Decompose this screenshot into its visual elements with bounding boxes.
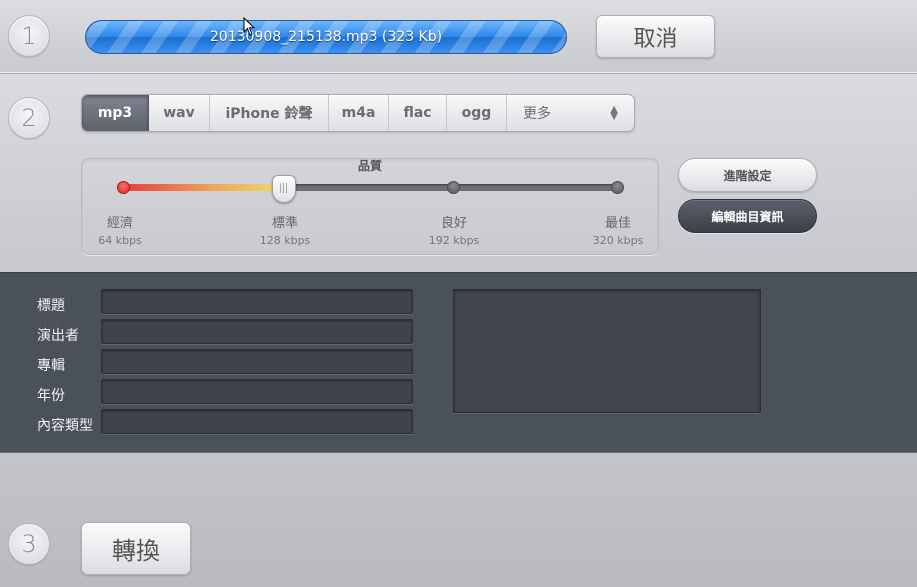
step-1-number: 1 — [8, 15, 50, 57]
cancel-button[interactable]: 取消 — [596, 15, 715, 58]
title-label: 標題 — [37, 298, 65, 314]
progress-filename: 20130908_215138.mp3 (323 Kb) — [209, 29, 443, 45]
updown-arrows-icon: ▲ ▼ — [610, 104, 618, 122]
genre-input[interactable] — [101, 409, 413, 434]
quality-tick-good[interactable] — [447, 181, 460, 194]
year-label: 年份 — [37, 388, 65, 404]
tab-m4a[interactable]: m4a — [329, 95, 389, 131]
quality-title: 品質 — [357, 159, 382, 173]
tab-ogg[interactable]: ogg — [447, 95, 507, 131]
album-input[interactable] — [101, 349, 413, 374]
step-2-number: 2 — [8, 97, 50, 139]
artist-input[interactable] — [101, 319, 413, 344]
quality-label-good: 良好 — [440, 216, 467, 231]
tab-wav[interactable]: wav — [149, 95, 210, 131]
quality-tick-best[interactable] — [611, 181, 624, 194]
genre-label: 內容類型 — [37, 418, 93, 434]
cover-artwork-box[interactable] — [453, 289, 761, 413]
title-input[interactable] — [101, 289, 413, 314]
step-3-number: 3 — [8, 523, 50, 565]
format-more-select[interactable]: 更多 ▲ ▼ — [507, 95, 634, 131]
format-more-label: 更多 — [523, 106, 551, 122]
quality-label-best: 最佳 — [604, 216, 631, 231]
format-tabs: mp3 wav iPhone 鈴聲 m4a flac ogg 更多 ▲ ▼ — [81, 94, 635, 132]
tab-mp3[interactable]: mp3 — [82, 95, 149, 131]
artist-label: 演出者 — [37, 328, 79, 344]
year-input[interactable] — [101, 379, 413, 404]
quality-rate-good: 192 kbps — [428, 234, 480, 247]
mouse-cursor-icon — [243, 17, 256, 36]
quality-slider-track[interactable] — [123, 184, 618, 191]
quality-rate-economy: 64 kbps — [98, 234, 142, 247]
quality-rate-standard: 128 kbps — [259, 234, 311, 247]
convert-button[interactable]: 轉換 — [81, 522, 191, 575]
album-label: 專輯 — [37, 358, 65, 374]
quality-label-economy: 經濟 — [106, 216, 133, 231]
quality-slider-fill — [123, 184, 284, 191]
tab-iphone-ringtone[interactable]: iPhone 鈴聲 — [210, 95, 329, 131]
tab-flac[interactable]: flac — [389, 95, 447, 131]
edit-track-info-button[interactable]: 編輯曲目資訊 — [678, 199, 817, 233]
quality-label-standard: 標準 — [271, 216, 298, 231]
progress-bar: 20130908_215138.mp3 (323 Kb) — [85, 20, 567, 54]
quality-slider-thumb[interactable] — [272, 175, 296, 203]
quality-rate-best: 320 kbps — [592, 234, 644, 247]
quality-tick-economy[interactable] — [117, 181, 130, 194]
advanced-settings-button[interactable]: 進階設定 — [678, 158, 817, 192]
